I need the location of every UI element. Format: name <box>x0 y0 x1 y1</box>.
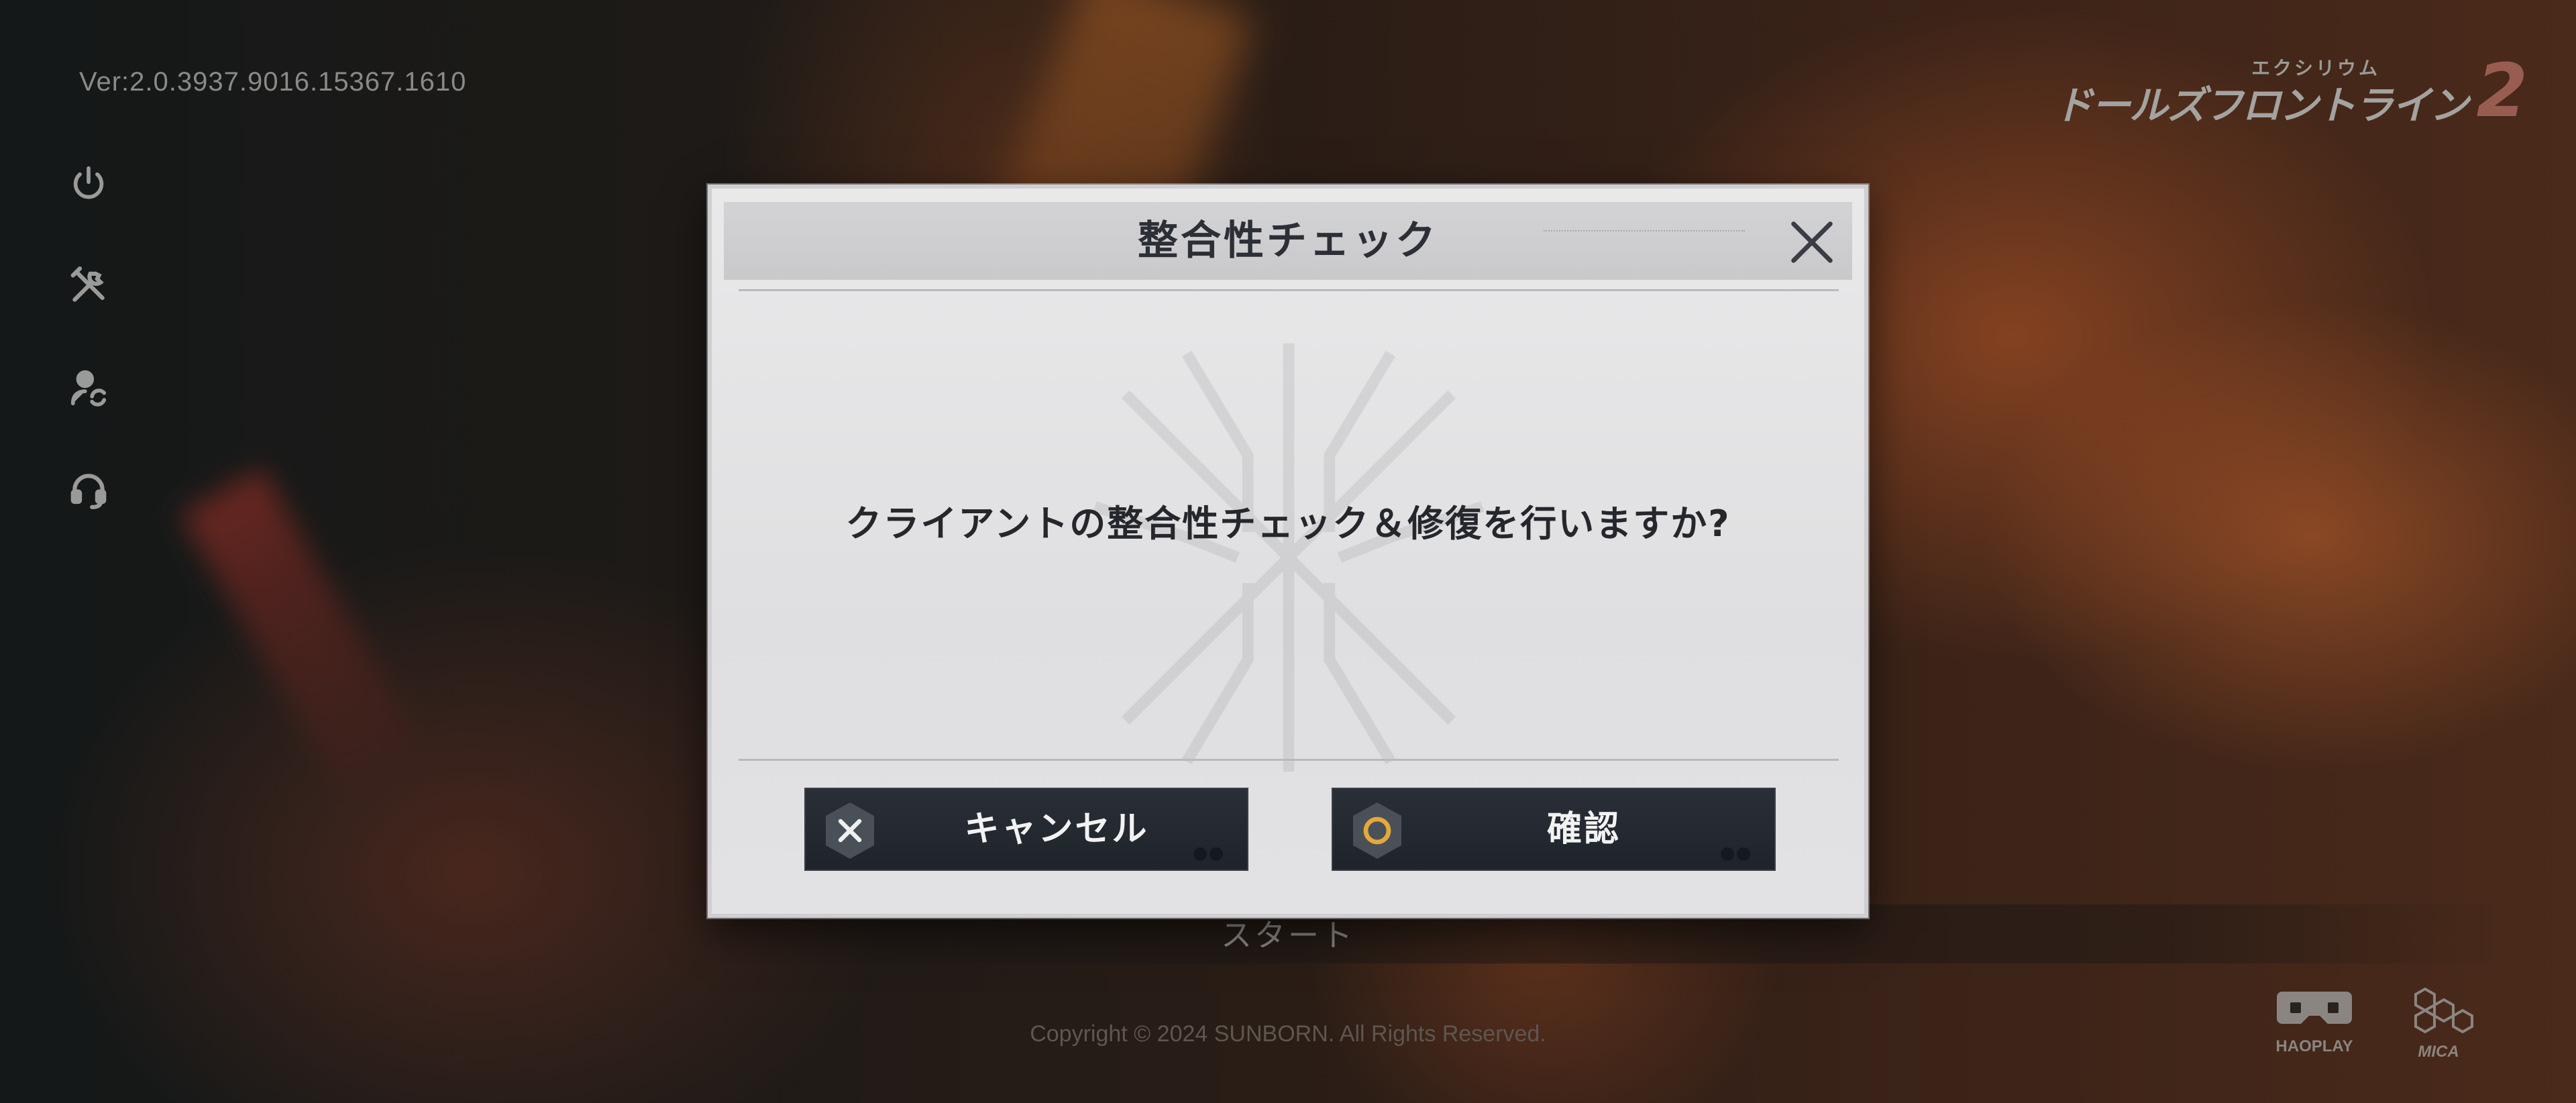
headset-icon[interactable] <box>64 466 113 514</box>
cancel-label: キャンセル <box>964 809 1149 849</box>
confirm-button[interactable]: 確認 <box>1332 788 1776 871</box>
haoplay-logo: HAOPLAY <box>2267 986 2361 1056</box>
cancel-x-icon <box>826 802 874 859</box>
tools-icon[interactable] <box>64 262 113 310</box>
confirm-label: 確認 <box>1546 809 1621 849</box>
game-launcher-screen: Ver:2.0.3937.9016.15367.1610 エクシリウム ドールズ… <box>0 0 2576 1103</box>
top-divider <box>739 289 1839 291</box>
copyright-text: Copyright © 2024 SUNBORN. All Rights Res… <box>1030 1021 1546 1047</box>
account-switch-icon[interactable] <box>64 364 113 412</box>
logo-title: ドールズフロントライン <box>2053 83 2469 128</box>
close-button[interactable] <box>1778 209 1845 276</box>
close-icon <box>1791 221 1833 263</box>
button-decoration-icon <box>1721 847 1750 861</box>
cancel-button[interactable]: キャンセル <box>804 788 1248 871</box>
haoplay-label: HAOPLAY <box>2275 1037 2353 1055</box>
logo-number: 2 <box>2476 48 2528 134</box>
header-decoration <box>1544 230 1745 235</box>
dialog-header: 整合性チェック <box>724 202 1852 280</box>
bottom-divider <box>739 759 1839 761</box>
integrity-check-dialog: 整合性チェック クライアントの整合性チェック＆修復を行いますか? キャンセル 確… <box>708 185 1868 918</box>
version-label: Ver:2.0.3937.9016.15367.1610 <box>79 67 467 97</box>
mica-label: MICA <box>2418 1043 2459 1061</box>
confirm-circle-icon <box>1353 802 1401 859</box>
game-logo: エクシリウム ドールズフロントライン 2 <box>2018 48 2528 134</box>
emblem-watermark-icon <box>1093 343 1485 772</box>
power-icon[interactable] <box>64 160 113 208</box>
dialog-title: 整合性チェック <box>1138 217 1438 264</box>
hexagon-cluster-icon <box>2414 987 2473 1034</box>
mica-logo: MICA <box>2392 986 2485 1061</box>
gamepad-icon <box>2277 992 2352 1024</box>
button-decoration-icon <box>1193 847 1223 861</box>
dialog-message: クライアントの整合性チェック＆修復を行いますか? <box>845 503 1731 545</box>
